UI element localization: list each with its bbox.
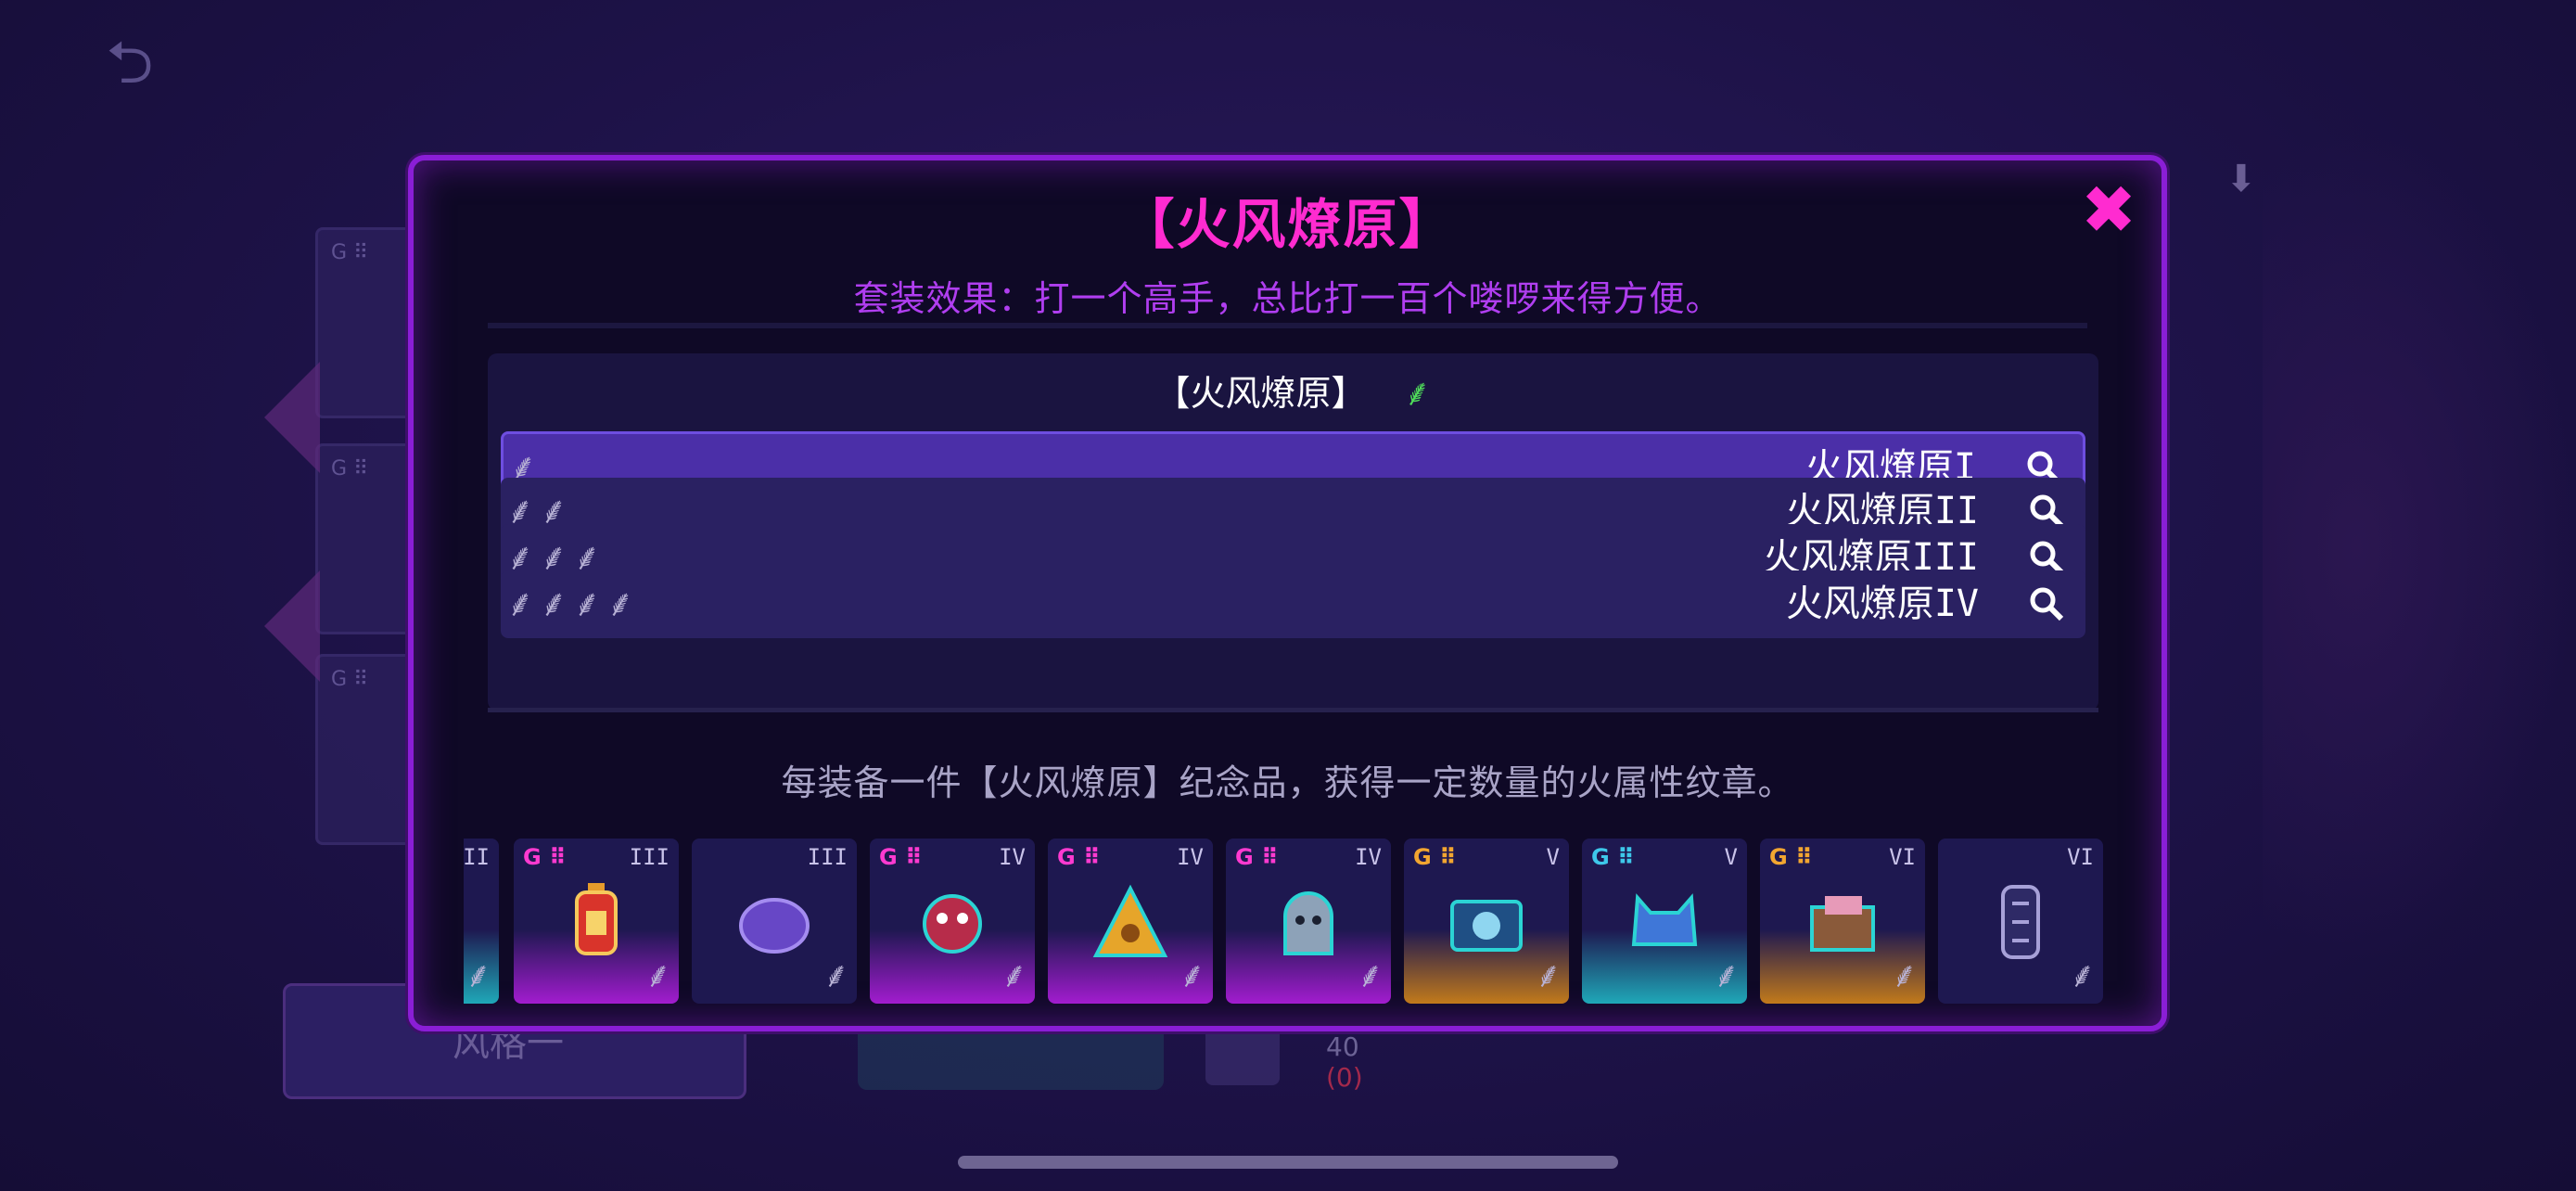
- item-card[interactable]: III ⸙: [692, 839, 857, 1004]
- background-decoration: [2263, 130, 2576, 965]
- leaf-icon: ⸙: [2069, 954, 2096, 995]
- home-indicator[interactable]: [958, 1156, 1618, 1169]
- left-arrow-decoration: [264, 570, 320, 682]
- badge-icon: G ⠿: [1413, 844, 1457, 870]
- badge-icon: G ⠿: [879, 844, 923, 870]
- item-tier: III: [807, 844, 848, 870]
- tier-row-4[interactable]: ⸙⸙⸙⸙ 火风燎原IV: [501, 570, 2085, 638]
- item-card[interactable]: G ⠿ IV ⸙: [1048, 839, 1213, 1004]
- item-card[interactable]: G ⠿ V ⸙: [1404, 839, 1569, 1004]
- blue-cat-icon: [1631, 893, 1698, 946]
- item-card[interactable]: II ⸙: [464, 839, 499, 1004]
- item-tier: VI: [1889, 844, 1916, 870]
- set-detail-modal: 【火风燎原】 ✖ 套装效果：打一个高手，总比打一百个喽啰来得方便。 【火风燎原】…: [408, 155, 2167, 1031]
- item-tier: III: [629, 844, 670, 870]
- money-bag-icon: [1092, 884, 1168, 957]
- badge-icon: G ⠿: [1235, 844, 1279, 870]
- badge-icon: G ⠿: [1591, 844, 1635, 870]
- item-card[interactable]: VI ⸙: [1938, 839, 2103, 1004]
- modal-title: 【火风燎原】: [1120, 193, 1455, 256]
- item-tier: V: [1546, 844, 1560, 870]
- search-icon[interactable]: [2028, 585, 2065, 622]
- item-tier: II: [464, 844, 490, 870]
- leaf-icon: ⸙: [1179, 954, 1205, 995]
- item-tier: IV: [1355, 844, 1382, 870]
- tier-panel-header-label: 【火风燎原】: [1154, 373, 1367, 414]
- hourglass-icon: [2001, 885, 2040, 959]
- back-arrow-icon[interactable]: ⮌: [93, 33, 167, 93]
- item-card[interactable]: G ⠿ VI ⸙: [1760, 839, 1925, 1004]
- leaf-icons: ⸙⸙⸙⸙: [506, 583, 640, 625]
- leaf-icon: ⸙: [823, 954, 849, 995]
- item-tier: V: [1724, 844, 1738, 870]
- leaf-icon: ⸙: [644, 954, 671, 995]
- leaf-icon: ⸙: [465, 954, 491, 995]
- tier-name: 火风燎原IV: [1785, 583, 1979, 625]
- close-icon[interactable]: ✖: [2076, 176, 2141, 244]
- gift-box-icon: [1810, 896, 1875, 952]
- purple-shell-icon: [739, 898, 810, 954]
- leaf-icon: ⸙: [1713, 954, 1740, 995]
- set-effect-text: 套装效果：打一个高手，总比打一百个喽啰来得方便。: [853, 278, 1722, 319]
- leaf-icon: ⸙: [1001, 954, 1027, 995]
- red-frog-icon: [923, 894, 982, 954]
- badge-icon: G ⠿: [1057, 844, 1101, 870]
- leaf-icon: ⸙: [1891, 954, 1918, 995]
- download-icon: ⬇: [2225, 158, 2257, 200]
- badge-icon: G ⠿: [523, 844, 567, 870]
- green-leaf-icon: ⸙: [1403, 372, 1432, 415]
- divider: [488, 708, 2098, 712]
- item-tier: IV: [1177, 844, 1204, 870]
- item-tier: IV: [999, 844, 1026, 870]
- item-tier: VI: [2067, 844, 2094, 870]
- lantern-icon: [575, 883, 618, 955]
- left-arrow-decoration: [264, 362, 320, 473]
- set-description: 每装备一件【火风燎原】纪念品，获得一定数量的火属性纹章。: [781, 762, 1794, 803]
- camera-icon: [1450, 900, 1523, 952]
- tier-panel[interactable]: 【火风燎原】 ⸙ ⸙ 火风燎原I ⸙⸙ 火风燎原II ⸙⸙⸙ 火风燎原III ⸙⸙…: [488, 353, 2098, 711]
- item-strip[interactable]: II ⸙ G ⠿ III ⸙ III ⸙ G ⠿ IV ⸙ G ⠿ IV ⸙ G…: [464, 839, 2105, 1005]
- leaf-icon: ⸙: [1357, 954, 1384, 995]
- badge-icon: G ⠿: [1769, 844, 1813, 870]
- item-card[interactable]: G ⠿ III ⸙: [514, 839, 679, 1004]
- background-counter: 40 (0): [1326, 1031, 1363, 1093]
- item-card[interactable]: G ⠿ V ⸙: [1582, 839, 1747, 1004]
- ghost-icon: [1283, 891, 1333, 955]
- tier-panel-header: 【火风燎原】 ⸙: [488, 361, 2098, 426]
- item-card[interactable]: G ⠿ IV ⸙: [870, 839, 1035, 1004]
- item-card[interactable]: G ⠿ IV ⸙: [1226, 839, 1391, 1004]
- leaf-icon: ⸙: [1535, 954, 1562, 995]
- divider: [488, 323, 2087, 328]
